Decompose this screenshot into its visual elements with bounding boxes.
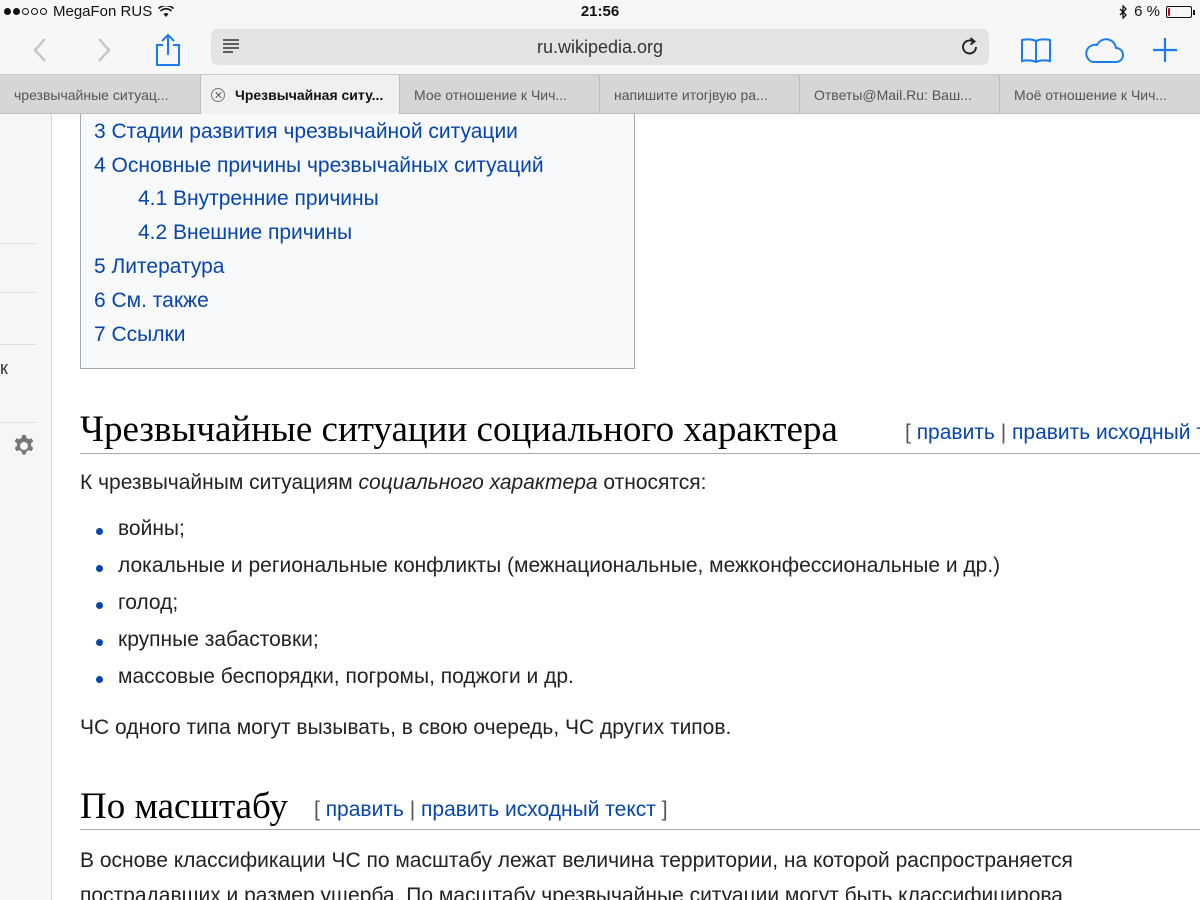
gear-icon[interactable] xyxy=(12,434,36,458)
tab-label: Мое отношение к Чич... xyxy=(414,86,568,103)
toc-link[interactable]: 4.1 Внутренние причины xyxy=(138,187,379,211)
status-bar: MegaFon RUS 21:56 6 % xyxy=(0,0,1200,24)
battery-icon xyxy=(1166,5,1195,18)
edit-source-link[interactable]: править исходный текст xyxy=(1012,421,1200,444)
browser-toolbar: ru.wikipedia.org xyxy=(0,24,1200,74)
section-edit-links: [ править | править исходный текст ] xyxy=(314,798,668,822)
chevron-left-icon xyxy=(33,38,46,62)
forward-button[interactable] xyxy=(84,30,124,70)
book-icon xyxy=(1021,38,1051,63)
address-bar[interactable]: ru.wikipedia.org xyxy=(211,29,989,65)
icloud-tabs-button[interactable] xyxy=(1082,30,1126,70)
tab-2[interactable]: Чрезвычайная ситу... xyxy=(201,75,400,114)
share-button[interactable] xyxy=(148,30,188,70)
toc-link[interactable]: 4.2 Внешние причины xyxy=(138,221,352,245)
chevron-right-icon xyxy=(98,38,111,62)
tab-label: Моё отношение к Чич... xyxy=(1014,86,1168,103)
divider xyxy=(0,243,36,244)
tab-label: Ответы@Mail.Ru: Ваш... xyxy=(814,86,972,103)
section-heading: По масштабу xyxy=(80,786,288,827)
clock: 21:56 xyxy=(580,3,620,20)
edit-source-link[interactable]: править исходный текст xyxy=(421,798,656,821)
divider xyxy=(0,422,36,423)
share-icon xyxy=(156,33,180,66)
bracket: [ xyxy=(314,798,320,821)
battery-percent: 6 % xyxy=(1134,3,1160,20)
paragraph-line: пострадавших и размер ущерба. По масштаб… xyxy=(80,884,1063,900)
tab-bar: чрезвычайные ситуац... Чрезвычайная ситу… xyxy=(0,74,1200,114)
table-of-contents: 3 Стадии развития чрезвычайной ситуации … xyxy=(80,114,635,369)
edit-link[interactable]: править xyxy=(917,421,995,444)
close-tab-icon[interactable] xyxy=(211,87,225,102)
tab-label: Чрезвычайная ситу... xyxy=(235,86,384,103)
reload-icon[interactable] xyxy=(959,36,981,58)
bookmarks-button[interactable] xyxy=(1016,30,1056,70)
section-edit-links: [ править | править исходный текст xyxy=(905,421,1200,445)
cloud-icon xyxy=(1085,38,1124,63)
tab-6[interactable]: Моё отношение к Чич... xyxy=(1000,75,1200,114)
tab-5[interactable]: Ответы@Mail.Ru: Ваш... xyxy=(800,75,1000,114)
bluetooth-icon xyxy=(1119,4,1128,19)
bullet-list: войны; локальные и региональные конфликт… xyxy=(96,517,1000,702)
toc-link[interactable]: 5 Литература xyxy=(94,255,224,279)
article-content: 3 Стадии развития чрезвычайной ситуации … xyxy=(52,114,1200,900)
divider xyxy=(0,344,36,345)
url-text: ru.wikipedia.org xyxy=(536,37,664,57)
tab-1[interactable]: чрезвычайные ситуац... xyxy=(0,75,201,114)
section-note: ЧС одного типа могут вызывать, в свою оч… xyxy=(80,716,732,739)
list-item: массовые беспорядки, погромы, поджоги и … xyxy=(96,665,1000,702)
toc-link[interactable]: 4 Основные причины чрезвычайных ситуаций xyxy=(94,154,544,178)
heading-underline xyxy=(80,829,1200,830)
separator: | xyxy=(409,798,416,821)
edit-link[interactable]: править xyxy=(326,798,404,821)
paragraph-line: В основе классификации ЧС по масштабу ле… xyxy=(80,849,1073,872)
sidebar-text-fragment[interactable]: к xyxy=(0,358,8,379)
toc-link[interactable]: 6 См. также xyxy=(94,289,209,313)
divider xyxy=(0,292,36,293)
tab-label: чрезвычайные ситуац... xyxy=(14,86,169,103)
intro-text: К чрезвычайным ситуациям xyxy=(80,471,359,494)
tab-3[interactable]: Мое отношение к Чич... xyxy=(400,75,600,114)
intro-emphasis: социального характера xyxy=(358,471,598,494)
new-tab-button[interactable] xyxy=(1145,30,1185,70)
section-intro: К чрезвычайным ситуациям социального хар… xyxy=(80,471,707,495)
list-item: голод; xyxy=(96,591,1000,628)
plus-icon xyxy=(1153,38,1177,62)
bracket: [ xyxy=(905,421,911,444)
list-item: крупные забастовки; xyxy=(96,628,1000,665)
toc-link[interactable]: 7 Ссылки xyxy=(94,323,185,347)
bracket: ] xyxy=(661,798,668,821)
list-item: локальные и региональные конфликты (межн… xyxy=(96,554,1000,591)
wiki-sidebar: к xyxy=(0,114,52,900)
back-button[interactable] xyxy=(20,30,60,70)
toc-link[interactable]: 3 Стадии развития чрезвычайной ситуации xyxy=(94,120,518,144)
separator: | xyxy=(1000,421,1007,444)
tab-label: напишите итогjвую ра... xyxy=(614,86,768,103)
tab-4[interactable]: напишите итогjвую ра... xyxy=(600,75,800,114)
list-item: войны; xyxy=(96,517,1000,554)
heading-underline xyxy=(80,453,1200,454)
intro-text: относятся: xyxy=(597,471,707,494)
section-heading: Чрезвычайные ситуации социального характ… xyxy=(80,409,838,450)
